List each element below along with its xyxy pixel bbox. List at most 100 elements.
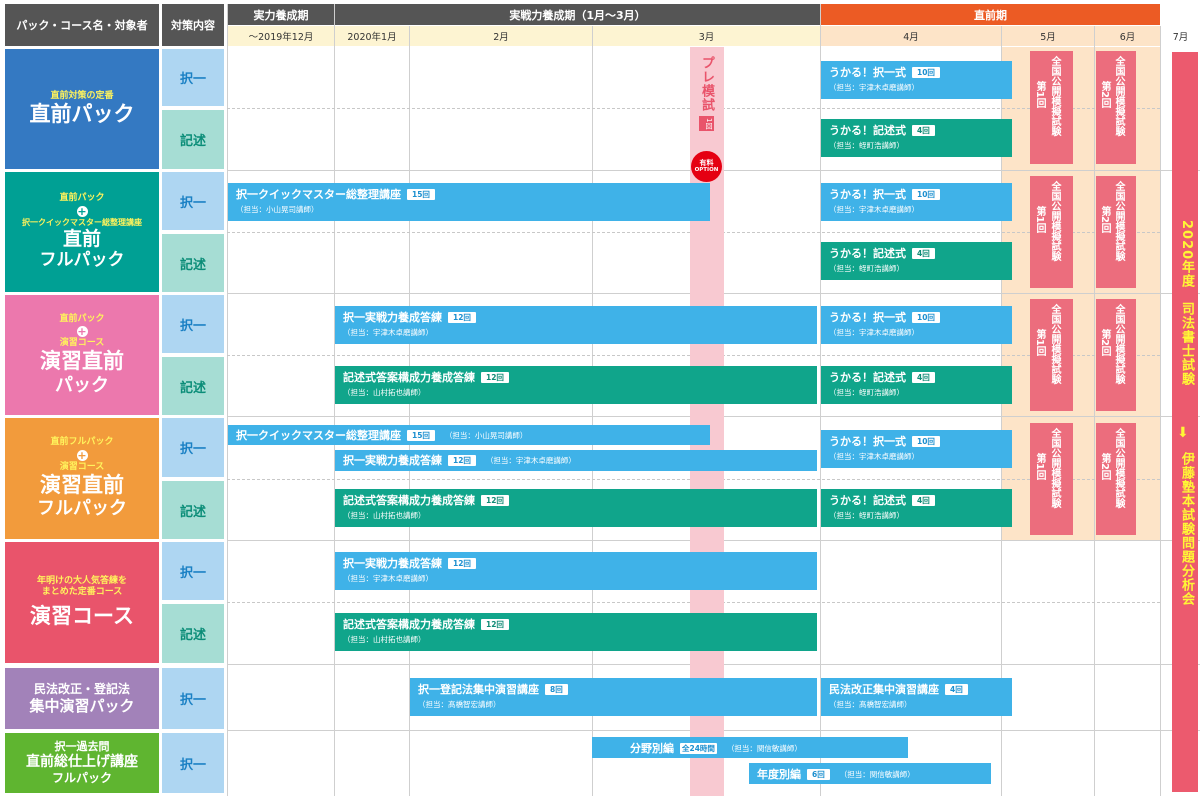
bar-title: うかる！記述式 — [829, 124, 906, 137]
bar-bunya[interactable]: 分野別編 全24時間 （担当：関信敏講師） — [592, 737, 908, 758]
session-badge: 4回 — [912, 247, 935, 259]
exam-name: 全国公開模擬試験 — [1113, 304, 1124, 384]
bar-title: うかる！記述式 — [829, 494, 906, 507]
month-jun: 6月 — [1095, 26, 1160, 46]
course-chokuzen-pack[interactable]: 直前対策の定番 直前パック — [5, 49, 159, 169]
plus-icon: + — [76, 325, 88, 339]
exam-name: 全国公開模擬試験 — [1049, 181, 1060, 261]
course-enshu-course[interactable]: 年明けの大人気答練を まとめた定番コース 演習コース — [5, 542, 159, 663]
bar-title: うかる！択一式 — [829, 311, 906, 324]
target-written: 記述 — [162, 604, 224, 663]
option-badge[interactable]: 有料 OPTION — [691, 151, 722, 182]
mock-exam-2-row1[interactable]: 第2回 全国公開模擬試験 — [1096, 51, 1136, 164]
bar-ukaru-written[interactable]: うかる！記述式 4回 （担当：蛭町浩講師） — [821, 119, 1012, 157]
bar-ukaru-written[interactable]: うかる！記述式 4回 （担当：蛭町浩講師） — [821, 242, 1012, 280]
target-written: 記述 — [162, 234, 224, 292]
bar-ukaru-select[interactable]: うかる！択一式 10回 （担当：宇津木卓磨講師） — [821, 430, 1012, 468]
bar-title: うかる！択一式 — [829, 435, 906, 448]
exam-info-top: 2020年度 司法書士試験 — [1179, 220, 1194, 387]
course-sub: 直前パック — [59, 193, 105, 204]
target-select: 択一 — [162, 542, 224, 600]
course-sub: 年明けの大人気答練を — [36, 575, 127, 586]
bar-teacher: （担当：関信敏講師） — [726, 743, 802, 753]
course-sub: 演習コース — [59, 461, 105, 472]
session-badge: 12回 — [481, 618, 509, 630]
month-jan: 2020年1月 — [335, 26, 409, 46]
bar-kijutsu-answer[interactable]: 記述式答案構成力養成答練 12回 （担当：山村拓也講師） — [335, 613, 817, 651]
course-enshu-chokuzen-fullpack[interactable]: 直前フルパック + 演習コース 演習直前 フルパック — [5, 418, 159, 539]
header-period-3: 直前期 — [821, 4, 1160, 25]
mock-exam-1-row1[interactable]: 第1回 全国公開模擬試験 — [1030, 51, 1073, 164]
mock-exam-1-row2[interactable]: 第1回 全国公開模擬試験 — [1030, 176, 1073, 288]
mock-exam-2-row2[interactable]: 第2回 全国公開模擬試験 — [1096, 176, 1136, 288]
course-kakomon-fullpack[interactable]: 択一過去問 直前総仕上げ講座 フルパック — [5, 733, 159, 793]
bar-ukaru-select[interactable]: うかる！択一式 10回 （担当：宇津木卓磨講師） — [821, 306, 1012, 344]
bar-teacher: （担当：宇津木卓磨講師） — [343, 574, 433, 583]
bar-ukaru-select[interactable]: うかる！択一式 10回 （担当：宇津木卓磨講師） — [821, 183, 1012, 221]
session-badge: 12回 — [448, 311, 476, 323]
peach-zone — [1002, 47, 1160, 541]
bar-title: 択一実戦力養成答練 — [343, 454, 442, 467]
target-select: 択一 — [162, 418, 224, 477]
bar-ukaru-written[interactable]: うかる！記述式 4回 （担当：蛭町浩講師） — [821, 489, 1012, 527]
bar-quick-master[interactable]: 択一クイックマスター総整理講座 15回 （担当：小山晃司講師） — [228, 183, 710, 221]
exam-name: 全国公開模擬試験 — [1049, 428, 1060, 508]
target-written: 記述 — [162, 357, 224, 415]
course-enshu-chokuzen-pack[interactable]: 直前パック + 演習コース 演習直前 パック — [5, 295, 159, 415]
mock-exam-2-row4[interactable]: 第2回 全国公開模擬試験 — [1096, 423, 1136, 535]
bar-title: 記述式答案構成力養成答練 — [343, 494, 475, 507]
bar-teacher: （担当：関信敏講師） — [839, 769, 915, 779]
bar-jissen-select[interactable]: 択一実戦力養成答練 12回 （担当：宇津木卓磨講師） — [335, 306, 817, 344]
bar-teacher: （担当：髙橋智宏講師） — [829, 700, 912, 709]
course-title: 直前 — [62, 227, 101, 250]
grid-v8 — [1160, 26, 1161, 796]
session-badge: 4回 — [912, 371, 935, 383]
bar-title: 民法改正集中演習講座 — [829, 683, 939, 696]
bar-teacher: （担当：小山晃司講師） — [236, 205, 319, 214]
exam-name: 全国公開模擬試験 — [1049, 56, 1060, 136]
option-badge-line1: 有料 — [699, 159, 714, 167]
session-badge: 8回 — [545, 683, 568, 695]
month-jul: 7月 — [1161, 26, 1200, 46]
mock-exam-2-row3[interactable]: 第2回 全国公開模擬試験 — [1096, 299, 1136, 411]
bar-teacher: （担当：山村拓也講師） — [343, 511, 426, 520]
bar-jissen-select[interactable]: 択一実戦力養成答練 12回 （担当：宇津木卓磨講師） — [335, 450, 817, 471]
bar-teacher: （担当：宇津木卓磨講師） — [829, 328, 919, 337]
course-title: 択一過去問 — [54, 739, 110, 753]
pre-exam-count: 1回 — [699, 116, 714, 132]
exam-name: 全国公開模擬試験 — [1113, 181, 1124, 261]
bar-jissen-select[interactable]: 択一実戦力養成答練 12回 （担当：宇津木卓磨講師） — [335, 552, 817, 590]
course-title: パック — [55, 374, 109, 396]
course-sub: 択一クイックマスター総整理講座 — [22, 217, 142, 227]
session-badge: 12回 — [481, 494, 509, 506]
bar-minpo-kaisei[interactable]: 民法改正集中演習講座 4回 （担当：髙橋智宏講師） — [821, 678, 1012, 716]
target-select: 択一 — [162, 295, 224, 353]
header-period-2: 実戦力養成期（1月～3月） — [335, 4, 820, 25]
bar-teacher: （担当：蛭町浩講師） — [829, 264, 904, 273]
bar-teacher: （担当：蛭町浩講師） — [829, 388, 904, 397]
option-badge-line2: OPTION — [694, 167, 719, 173]
exam-round: 第1回 — [1034, 329, 1045, 356]
target-select: 択一 — [162, 172, 224, 230]
bar-ukaru-written[interactable]: うかる！記述式 4回 （担当：蛭町浩講師） — [821, 366, 1012, 404]
month-apr: 4月 — [821, 26, 1001, 46]
exam-round: 第2回 — [1099, 453, 1110, 480]
bar-nendo[interactable]: 年度別編 6回 （担当：関信敏講師） — [749, 763, 991, 784]
course-title: フルパック — [37, 498, 127, 520]
grid-v1 — [227, 4, 228, 796]
down-arrow-icon: ⬇ — [1177, 425, 1189, 441]
mock-exam-1-row3[interactable]: 第1回 全国公開模擬試験 — [1030, 299, 1073, 411]
bar-ukaru-select[interactable]: うかる！択一式 10回 （担当：宇津木卓磨講師） — [821, 61, 1012, 99]
bar-teacher: （担当：蛭町浩講師） — [829, 511, 904, 520]
bar-quick-master[interactable]: 択一クイックマスター総整理講座 15回 （担当：小山晃司講師） — [228, 425, 710, 445]
bar-kijutsu-answer[interactable]: 記述式答案構成力養成答練 12回 （担当：山村拓也講師） — [335, 489, 817, 527]
bar-kijutsu-answer[interactable]: 記述式答案構成力養成答練 12回 （担当：山村拓也講師） — [335, 366, 817, 404]
plus-icon: + — [76, 204, 88, 218]
course-chokuzen-fullpack[interactable]: 直前パック + 択一クイックマスター総整理講座 直前 フルパック — [5, 172, 159, 292]
session-badge: 10回 — [912, 188, 940, 200]
mock-exam-1-row4[interactable]: 第1回 全国公開模擬試験 — [1030, 423, 1073, 535]
bar-teacher: （担当：宇津木卓磨講師） — [829, 83, 919, 92]
month-feb: 2月 — [410, 26, 592, 46]
course-minpo-touki-pack[interactable]: 民法改正・登記法 集中演習パック — [5, 668, 159, 729]
bar-touki-shuchu[interactable]: 択一登記法集中演習講座 8回 （担当：髙橋智宏講師） — [410, 678, 817, 716]
